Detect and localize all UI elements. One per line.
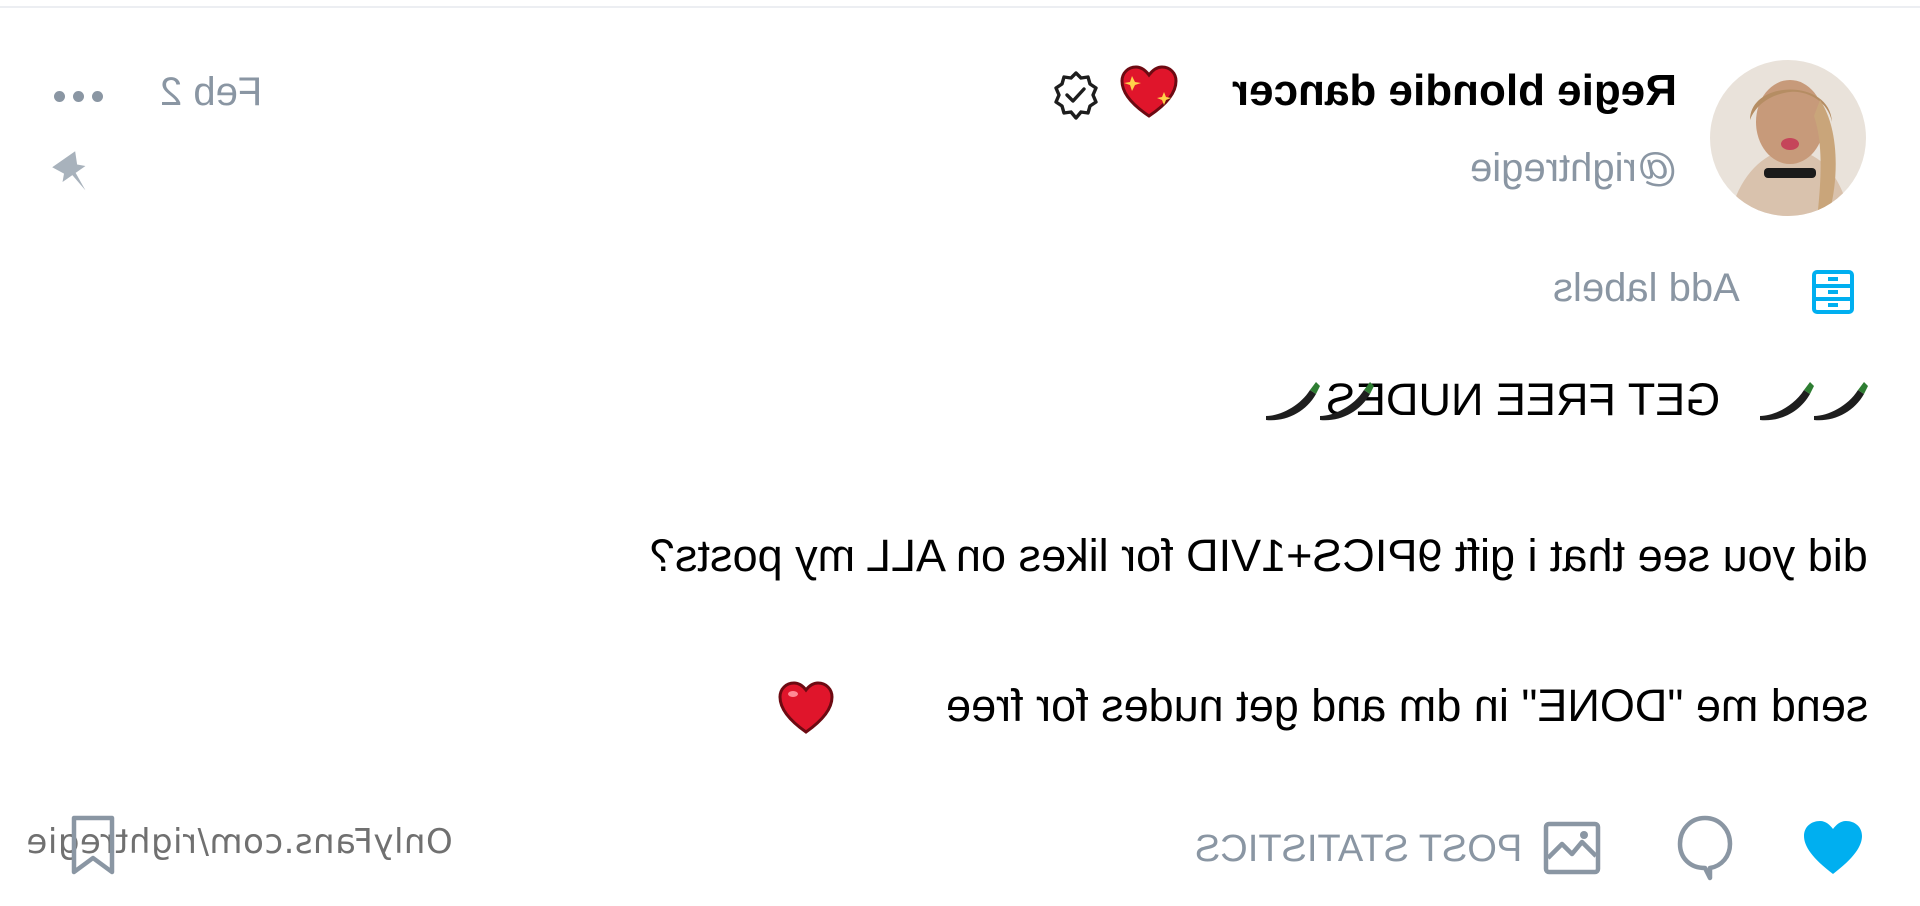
post-text-line: GET FREE NUDES — [1325, 374, 1720, 425]
post-statistics-button[interactable]: POST STATISTICS — [1195, 828, 1522, 871]
red-heart-icon — [778, 681, 834, 734]
divider — [0, 6, 1920, 8]
comment-icon[interactable] — [1674, 812, 1736, 882]
hot-pepper-icon — [1320, 382, 1374, 421]
avatar[interactable] — [1710, 60, 1866, 216]
labels-icon[interactable] — [1810, 268, 1856, 316]
image-stats-icon[interactable] — [1540, 818, 1604, 878]
post-text-line: send me "DONE" in dm and get nudes for f… — [945, 680, 1868, 731]
post-card: Feb 2 Regie blondie dancer @rightregie A… — [0, 0, 1920, 906]
add-labels-button[interactable]: Add labels — [1553, 266, 1740, 311]
post-date: Feb 2 — [160, 70, 263, 114]
pin-icon[interactable] — [50, 150, 98, 198]
verified-badge-icon — [1054, 71, 1098, 120]
author-name[interactable]: Regie blondie dancer — [1232, 66, 1677, 116]
more-options-icon[interactable] — [54, 82, 114, 110]
heart-icon[interactable] — [1800, 818, 1866, 878]
hot-pepper-icon — [1760, 382, 1814, 421]
bookmark-icon[interactable] — [68, 812, 118, 878]
post-text-line: did you see that i gift 9PICS+1VID for l… — [650, 530, 1868, 581]
sparkling-heart-icon — [1120, 65, 1178, 118]
hot-pepper-icon — [1814, 382, 1868, 421]
hot-pepper-icon — [1266, 382, 1320, 421]
author-handle[interactable]: @rightregie — [1470, 146, 1677, 191]
